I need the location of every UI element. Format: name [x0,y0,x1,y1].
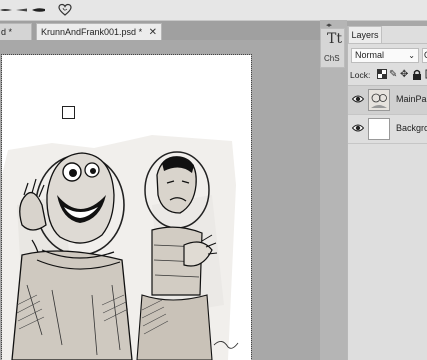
blend-mode-select[interactable]: Normal ⌄ [351,48,419,63]
lock-paint-icon[interactable]: ✎ [389,69,397,81]
layer-thumbnail [368,118,390,140]
layers-panel: Layers Normal ⌄ O Lock: ✎ ✥ MainPar [347,26,427,360]
opacity-field[interactable]: O [422,48,427,63]
layer-name: Backgro [396,123,427,133]
lock-label: Lock: [350,70,371,80]
layer-name: MainPar [396,94,427,104]
heart-shape-icon[interactable] [58,3,72,19]
tab-label: KrunnAndFrank001.psd * [41,27,143,37]
sketch-artwork [2,55,251,360]
lock-move-icon[interactable]: ✥ [400,69,408,81]
brush-preset-1-icon[interactable] [0,5,14,17]
tab-krunn-and-frank[interactable]: KrunnAndFrank001.psd * ✕ [36,23,162,40]
tab-previous-document[interactable]: d * [0,23,32,40]
character-styles-button[interactable]: Tt ChS [320,28,345,68]
layer-thumbnail [368,89,390,111]
chevron-down-icon: ⌄ [408,51,415,60]
tab-layers[interactable]: Layers [348,26,382,43]
text-tool-icon: Tt [327,31,342,47]
brush-preset-3-icon[interactable] [32,5,46,17]
tab-label: d * [1,27,13,37]
layer-row-mainpanel[interactable]: MainPar [348,86,427,114]
eye-icon[interactable] [351,123,365,136]
brush-preset-2-icon[interactable] [16,5,28,17]
document-tab-bar: d * KrunnAndFrank001.psd * ✕ [0,21,320,40]
character-styles-label: ChS [324,54,340,63]
brush-cursor [62,106,75,119]
blend-mode-value: Normal [355,50,385,60]
top-toolbar [0,0,427,21]
panel-divider [348,43,427,44]
lock-all-icon[interactable] [412,69,422,84]
layer-row-background[interactable]: Backgro [348,115,427,143]
lock-transparency-icon[interactable] [377,69,387,83]
eye-icon[interactable] [351,94,365,107]
layer-divider [348,143,427,144]
panel-separator [320,20,347,360]
close-icon[interactable]: ✕ [149,24,157,40]
document-canvas[interactable] [1,54,252,360]
